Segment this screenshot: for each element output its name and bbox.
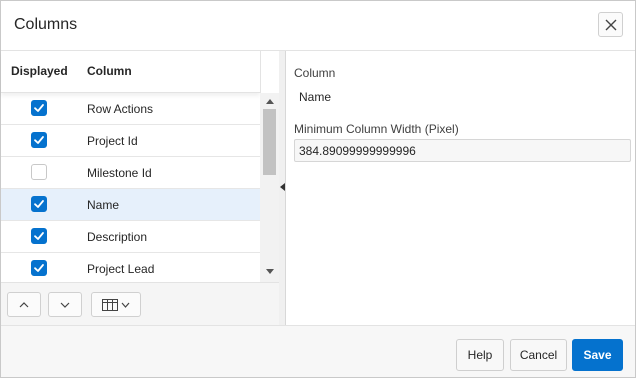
dialog-title: Columns xyxy=(14,16,78,33)
close-icon xyxy=(605,19,616,30)
grid-header: Displayed Column xyxy=(1,51,260,93)
chevron-up-icon xyxy=(19,301,29,307)
columns-grid-pane: Displayed Column Row Actions Project Id … xyxy=(1,51,279,325)
grid-rows: Row Actions Project Id Milestone Id Name… xyxy=(1,93,260,282)
dialog-header: Columns xyxy=(1,1,635,51)
table-row[interactable]: Project Lead xyxy=(1,253,260,282)
grid-header-corner xyxy=(260,51,279,93)
displayed-checkbox[interactable] xyxy=(31,196,47,212)
checkmark-icon xyxy=(34,264,44,272)
pane-splitter[interactable] xyxy=(279,51,286,325)
columns-menu-button[interactable] xyxy=(91,292,141,317)
column-name-cell: Project Lead xyxy=(87,262,155,276)
column-value: Name xyxy=(299,90,332,104)
column-name-cell: Milestone Id xyxy=(87,166,152,180)
chevron-down-icon xyxy=(60,302,70,308)
displayed-checkbox[interactable] xyxy=(31,100,47,116)
header-displayed[interactable]: Displayed xyxy=(11,64,68,78)
scroll-down-arrow-icon[interactable] xyxy=(266,269,274,274)
table-row[interactable]: Description xyxy=(1,221,260,253)
dialog-footer: Help Cancel Save xyxy=(1,325,635,377)
column-label: Column xyxy=(294,66,336,80)
column-name-cell: Name xyxy=(87,198,120,212)
displayed-checkbox[interactable] xyxy=(31,228,47,244)
collapse-left-arrow-icon[interactable] xyxy=(280,183,285,191)
grid-scrollbar[interactable] xyxy=(260,93,279,282)
save-button[interactable]: Save xyxy=(572,339,623,371)
scrollbar-thumb[interactable] xyxy=(263,109,276,175)
grid-toolbar xyxy=(1,282,279,325)
table-row[interactable]: Row Actions xyxy=(1,93,260,125)
columns-dialog: Columns Displayed Column Row Actions Pro… xyxy=(0,0,636,378)
column-details-pane: Column Name Minimum Column Width (Pixel) xyxy=(287,51,635,325)
chevron-down-icon xyxy=(121,302,130,308)
checkmark-icon xyxy=(34,232,44,240)
displayed-checkbox[interactable] xyxy=(31,164,47,180)
column-name-cell: Description xyxy=(87,230,148,244)
column-name-cell: Row Actions xyxy=(87,102,154,116)
close-button[interactable] xyxy=(598,12,623,37)
table-row[interactable]: Name xyxy=(1,189,260,221)
checkmark-icon xyxy=(34,200,44,208)
table-columns-icon xyxy=(102,298,118,311)
scroll-up-arrow-icon[interactable] xyxy=(266,99,274,104)
displayed-checkbox[interactable] xyxy=(31,260,47,276)
table-row[interactable]: Project Id xyxy=(1,125,260,157)
cancel-button[interactable]: Cancel xyxy=(510,339,567,371)
move-down-button[interactable] xyxy=(48,292,82,317)
min-width-label: Minimum Column Width (Pixel) xyxy=(294,122,459,136)
help-button[interactable]: Help xyxy=(456,339,504,371)
displayed-checkbox[interactable] xyxy=(31,132,47,148)
table-row[interactable]: Milestone Id xyxy=(1,157,260,189)
column-name-cell: Project Id xyxy=(87,134,138,148)
header-column[interactable]: Column xyxy=(87,64,132,78)
move-up-button[interactable] xyxy=(7,292,41,317)
min-width-input[interactable] xyxy=(294,139,631,162)
checkmark-icon xyxy=(34,136,44,144)
checkmark-icon xyxy=(34,104,44,112)
